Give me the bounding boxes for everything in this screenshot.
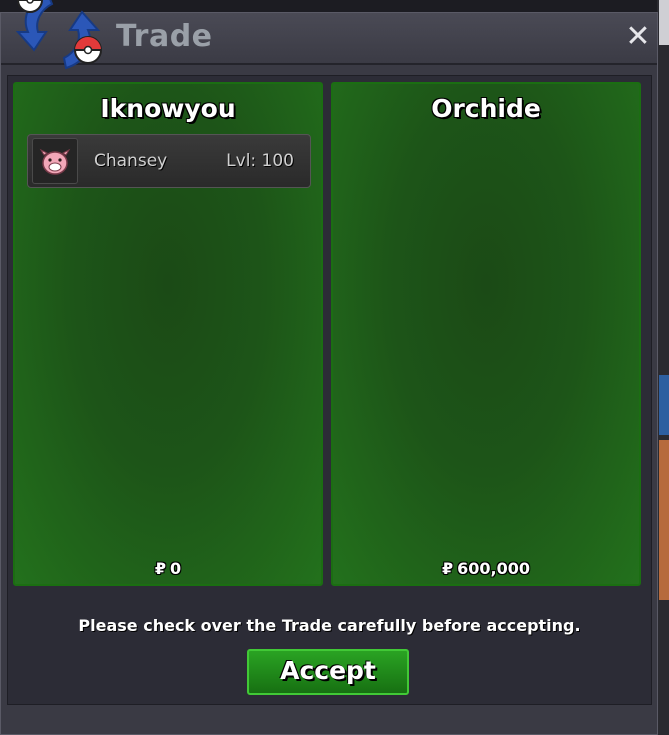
background-tile: [659, 375, 669, 435]
pokemon-level: Lvl: 100: [226, 151, 294, 171]
money-right: ₽600,000: [333, 559, 639, 578]
close-icon[interactable]: ✕: [623, 22, 653, 52]
background-edge: [657, 0, 669, 735]
currency-symbol: ₽: [441, 559, 454, 578]
accept-button[interactable]: Accept: [247, 649, 409, 695]
player-name-right: Orchide: [431, 94, 541, 123]
player-name-left: Iknowyou: [100, 94, 236, 123]
money-amount-left: 0: [170, 559, 182, 578]
pokemon-slot[interactable]: Chansey Lvl: 100: [27, 134, 311, 188]
background-tile: [659, 440, 669, 600]
trade-window: Trade ✕ Iknowyou Chansey Lvl: 100 ₽ 0 Or…: [0, 12, 658, 735]
money-left: ₽0: [15, 559, 321, 578]
chansey-sprite-icon: [32, 138, 78, 184]
trade-panel-left: Iknowyou Chansey Lvl: 100 ₽0: [13, 82, 323, 586]
trade-panel-right: Orchide ₽600,000: [331, 82, 641, 586]
money-amount-right: 600,000: [457, 559, 530, 578]
background-tile: [659, 0, 669, 45]
trade-logo-icon: [15, 0, 102, 70]
window-title: Trade: [116, 19, 213, 54]
pokemon-name: Chansey: [94, 151, 168, 171]
trade-notice: Please check over the Trade carefully be…: [78, 616, 581, 635]
currency-symbol: ₽: [154, 559, 166, 578]
trade-content: Iknowyou Chansey Lvl: 100 ₽0 Orchide ₽ 6…: [7, 75, 652, 705]
